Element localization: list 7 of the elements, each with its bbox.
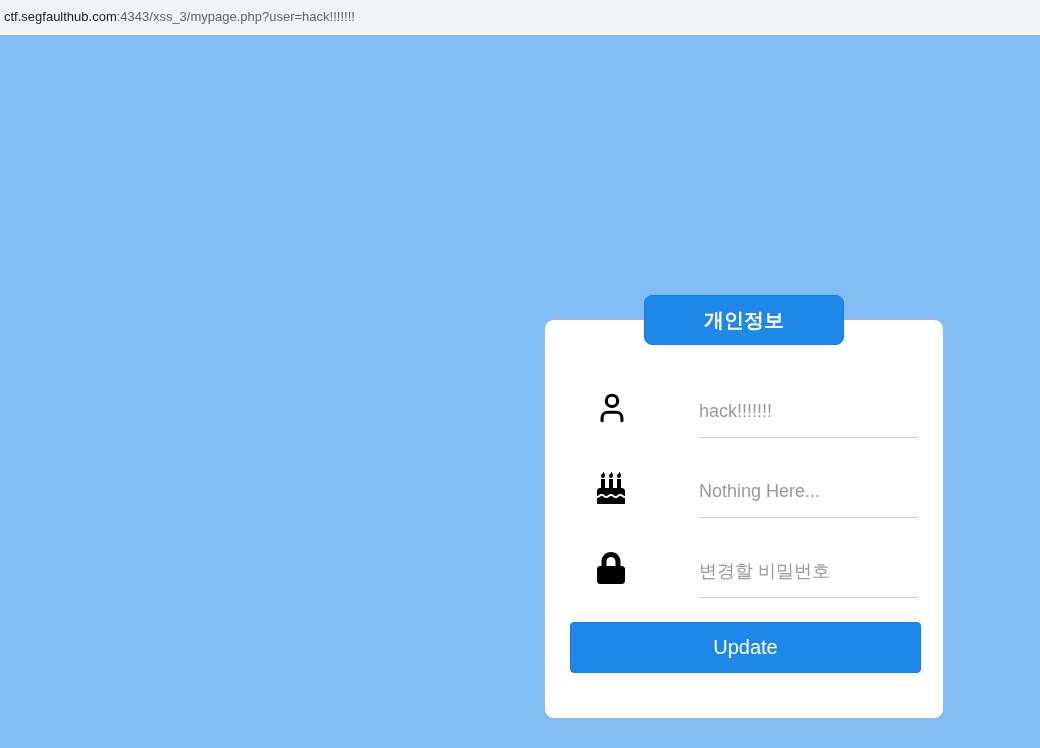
url-host: ctf.segfaulthub.com — [4, 9, 117, 24]
update-button[interactable]: Update — [570, 622, 921, 673]
lock-icon — [595, 552, 627, 584]
url-path: :4343/xss_3/mypage.php?user=hack!!!!!!! — [116, 9, 355, 24]
address-bar[interactable]: ctf.segfaulthub.com:4343/xss_3/mypage.php?user=hack!!!!!!! — [0, 0, 1040, 35]
cake-icon — [595, 472, 627, 504]
card-title: 개인정보 — [644, 295, 844, 345]
